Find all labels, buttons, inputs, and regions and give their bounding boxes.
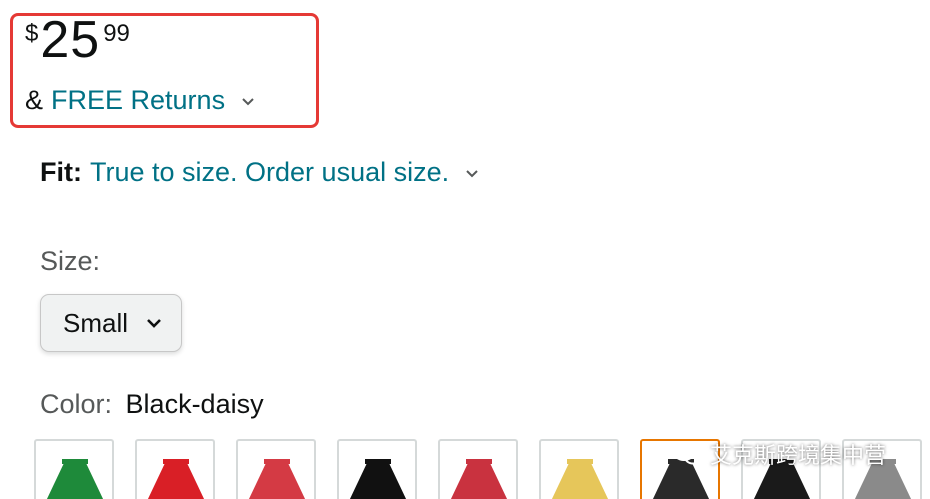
size-label: Size: bbox=[40, 246, 101, 276]
chevron-down-icon[interactable] bbox=[463, 164, 481, 182]
wechat-icon bbox=[673, 443, 702, 465]
color-swatch-white-red-floral[interactable] bbox=[438, 439, 518, 499]
color-swatch-black[interactable] bbox=[337, 439, 417, 499]
size-dropdown[interactable]: Small bbox=[40, 294, 182, 352]
fit-label: Fit: bbox=[40, 157, 82, 187]
color-swatch-red-plaid[interactable] bbox=[236, 439, 316, 499]
returns-prefix: & bbox=[25, 85, 44, 115]
price-whole: 25 bbox=[40, 11, 101, 69]
chevron-down-icon bbox=[144, 313, 164, 333]
color-selected-value: Black-daisy bbox=[125, 389, 264, 419]
fit-row: Fit: True to size. Order usual size. bbox=[40, 157, 481, 188]
fit-value-link[interactable]: True to size. Order usual size. bbox=[90, 157, 449, 188]
watermark: 艾克斯跨境集中营 bbox=[672, 438, 886, 470]
watermark-text: 艾克斯跨境集中营 bbox=[710, 443, 887, 468]
price: $ 25 99 bbox=[25, 14, 130, 66]
price-currency-symbol: $ bbox=[25, 20, 39, 47]
color-row: Color: Black-daisy bbox=[40, 389, 264, 420]
color-swatch-red[interactable] bbox=[135, 439, 215, 499]
chevron-down-icon[interactable] bbox=[239, 92, 257, 110]
color-swatch-green[interactable] bbox=[34, 439, 114, 499]
color-swatch-yellow[interactable] bbox=[539, 439, 619, 499]
free-returns-link[interactable]: FREE Returns bbox=[51, 85, 225, 116]
returns-row: & FREE Returns bbox=[25, 85, 257, 116]
size-selected-value: Small bbox=[63, 307, 129, 338]
color-label: Color: bbox=[40, 389, 113, 419]
price-fraction: 99 bbox=[103, 20, 130, 47]
